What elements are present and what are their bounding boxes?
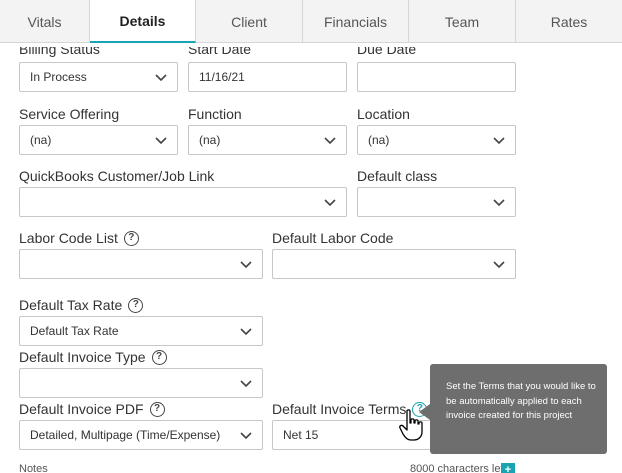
start-date-label: Start Date xyxy=(188,47,251,57)
chevron-down-icon xyxy=(493,261,505,269)
default-invoice-type-select[interactable] xyxy=(19,368,263,398)
hand-pointer-icon xyxy=(399,409,423,441)
due-date-label-text: Due Date xyxy=(357,47,417,57)
chevron-down-icon xyxy=(493,199,505,207)
chevron-down-icon xyxy=(240,432,252,440)
default-labor-code-label: Default Labor Code xyxy=(272,230,394,246)
tab-team[interactable]: Team xyxy=(409,0,516,43)
tab-bar: Vitals Details Client Financials Team Ra… xyxy=(0,0,622,43)
tab-financials[interactable]: Financials xyxy=(303,0,409,43)
chevron-down-icon xyxy=(155,137,167,145)
service-offering-value: (na) xyxy=(30,133,52,147)
qb-link-label: QuickBooks Customer/Job Link xyxy=(19,168,215,184)
plus-icon[interactable]: + xyxy=(501,463,515,473)
function-select[interactable]: (na) xyxy=(188,125,347,155)
default-class-label: Default class xyxy=(357,168,438,184)
chevron-down-icon xyxy=(240,380,252,388)
default-class-select[interactable] xyxy=(357,187,516,217)
billing-status-label-text: Billing Status xyxy=(19,47,100,57)
default-invoice-pdf-select[interactable]: Detailed, Multipage (Time/Expense) xyxy=(19,420,263,450)
service-offering-label: Service Offering xyxy=(19,106,120,122)
default-invoice-terms-value: Net 15 xyxy=(283,428,319,442)
default-tax-rate-label-text: Default Tax Rate xyxy=(19,297,123,313)
notes-chars-left: 8000 characters left xyxy=(410,463,507,473)
due-date-label: Due Date xyxy=(357,47,416,57)
tab-rates[interactable]: Rates xyxy=(516,0,622,43)
billing-status-value: In Process xyxy=(30,70,87,84)
tab-details[interactable]: Details xyxy=(90,0,196,43)
location-select[interactable]: (na) xyxy=(357,125,516,155)
billing-status-select[interactable]: In Process xyxy=(19,62,178,92)
default-invoice-type-label: Default Invoice Type ? xyxy=(19,348,167,366)
invoice-terms-tooltip: Set the Terms that you would like to be … xyxy=(430,364,607,454)
default-labor-code-select[interactable] xyxy=(272,249,516,279)
tooltip-text: Set the Terms that you would like to be … xyxy=(446,381,596,421)
start-date-label-text: Start Date xyxy=(188,47,252,57)
tab-client[interactable]: Client xyxy=(196,0,303,43)
chevron-down-icon xyxy=(240,328,252,336)
chevron-down-icon xyxy=(324,137,336,145)
billing-status-label: Billing Status xyxy=(19,47,100,57)
default-invoice-type-label-text: Default Invoice Type xyxy=(19,349,146,365)
help-circle-icon[interactable]: ? xyxy=(123,230,139,246)
labor-code-list-label-text: Labor Code List xyxy=(19,230,118,246)
chevron-down-icon xyxy=(493,137,505,145)
labor-code-list-label: Labor Code List ? xyxy=(19,229,139,247)
tab-vitals[interactable]: Vitals xyxy=(0,0,90,43)
help-circle-icon[interactable]: ? xyxy=(128,297,144,313)
labor-code-list-select[interactable] xyxy=(19,249,263,279)
default-invoice-pdf-label-text: Default Invoice PDF xyxy=(19,401,144,417)
function-value: (na) xyxy=(199,133,221,147)
default-tax-rate-value: Default Tax Rate xyxy=(30,324,119,338)
help-circle-icon[interactable]: ? xyxy=(151,349,167,365)
default-tax-rate-select[interactable]: Default Tax Rate xyxy=(19,316,263,346)
default-invoice-pdf-value: Detailed, Multipage (Time/Expense) xyxy=(30,428,221,442)
location-value: (na) xyxy=(368,133,390,147)
service-offering-select[interactable]: (na) xyxy=(19,125,178,155)
function-label: Function xyxy=(188,106,242,122)
help-circle-icon[interactable]: ? xyxy=(149,401,165,417)
chevron-down-icon xyxy=(155,74,167,82)
default-tax-rate-label: Default Tax Rate ? xyxy=(19,296,144,314)
chevron-down-icon xyxy=(324,199,336,207)
default-invoice-pdf-label: Default Invoice PDF ? xyxy=(19,400,165,418)
location-label: Location xyxy=(357,106,410,122)
chevron-down-icon xyxy=(240,261,252,269)
start-date-value: 11/16/21 xyxy=(199,70,245,84)
due-date-input[interactable] xyxy=(357,62,516,92)
start-date-input[interactable]: 11/16/21 xyxy=(188,62,347,92)
notes-label: Notes xyxy=(19,463,48,473)
default-invoice-terms-label-text: Default Invoice Terms xyxy=(272,401,407,417)
qb-link-select[interactable] xyxy=(19,187,347,217)
